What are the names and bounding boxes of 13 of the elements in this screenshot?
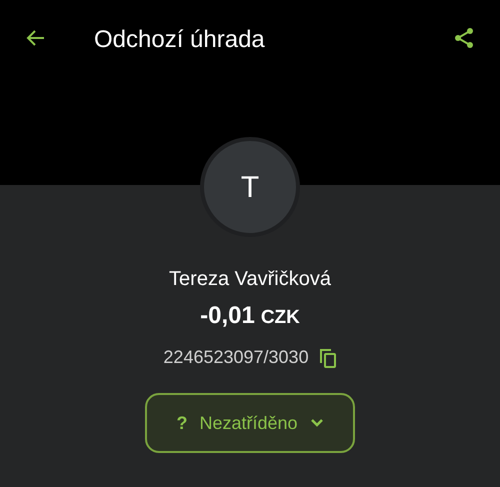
amount: -0,01 bbox=[200, 301, 255, 331]
copy-icon bbox=[318, 348, 337, 368]
chevron-down-icon bbox=[310, 418, 324, 428]
currency: CZK bbox=[260, 306, 300, 330]
category-dropdown[interactable]: ? Nezatříděno bbox=[145, 393, 355, 453]
contact-name: Tereza Vavřičková bbox=[169, 267, 331, 292]
screen-title: Odchozí úhrada bbox=[94, 25, 265, 55]
account-number: 2246523097/3030 bbox=[163, 346, 309, 369]
copy-button[interactable] bbox=[318, 348, 337, 368]
category-symbol: ? bbox=[176, 412, 188, 434]
share-button[interactable] bbox=[452, 26, 476, 50]
share-icon bbox=[452, 26, 476, 50]
category-label: Nezatříděno bbox=[199, 412, 298, 434]
